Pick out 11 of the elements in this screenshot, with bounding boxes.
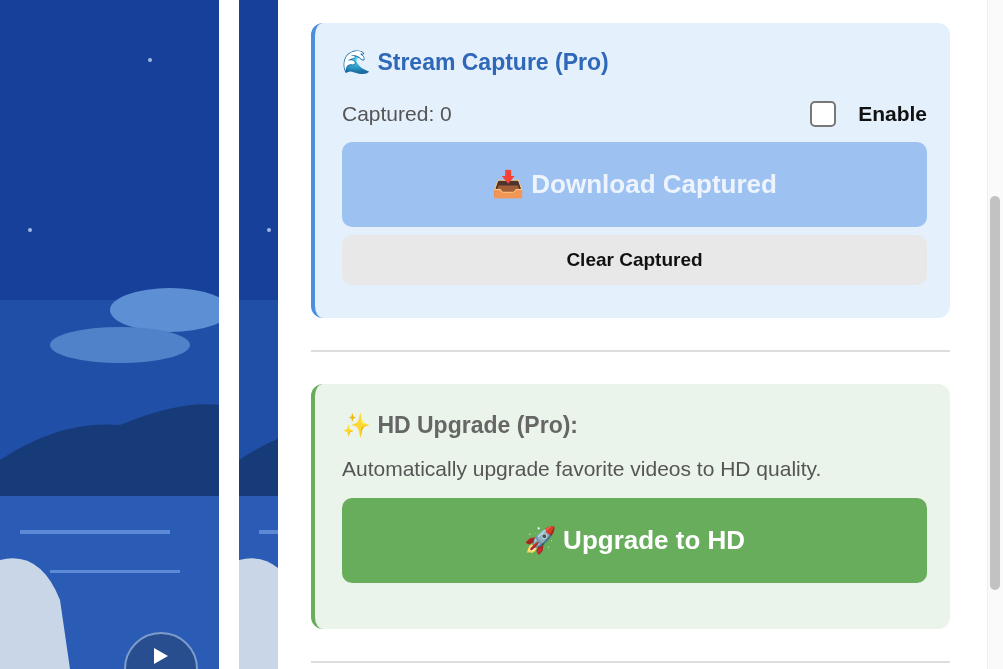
clear-button[interactable]: Clear Captured xyxy=(342,235,927,285)
captured-count: Captured: 0 xyxy=(342,102,452,126)
scroll-thumb[interactable] xyxy=(990,196,1000,590)
card-title: ✨ HD Upgrade (Pro): xyxy=(342,411,579,440)
upgrade-button[interactable]: 🚀 Upgrade to HD xyxy=(342,498,927,583)
enable-checkbox[interactable] xyxy=(810,101,837,127)
card-title: 🌊 Stream Capture (Pro) xyxy=(342,48,610,77)
description: Automatically upgrade favorite videos to HD quality. xyxy=(342,456,823,482)
scrollbar[interactable] xyxy=(987,0,1003,669)
play-icon xyxy=(154,648,168,664)
enable-label: Enable xyxy=(858,102,927,126)
